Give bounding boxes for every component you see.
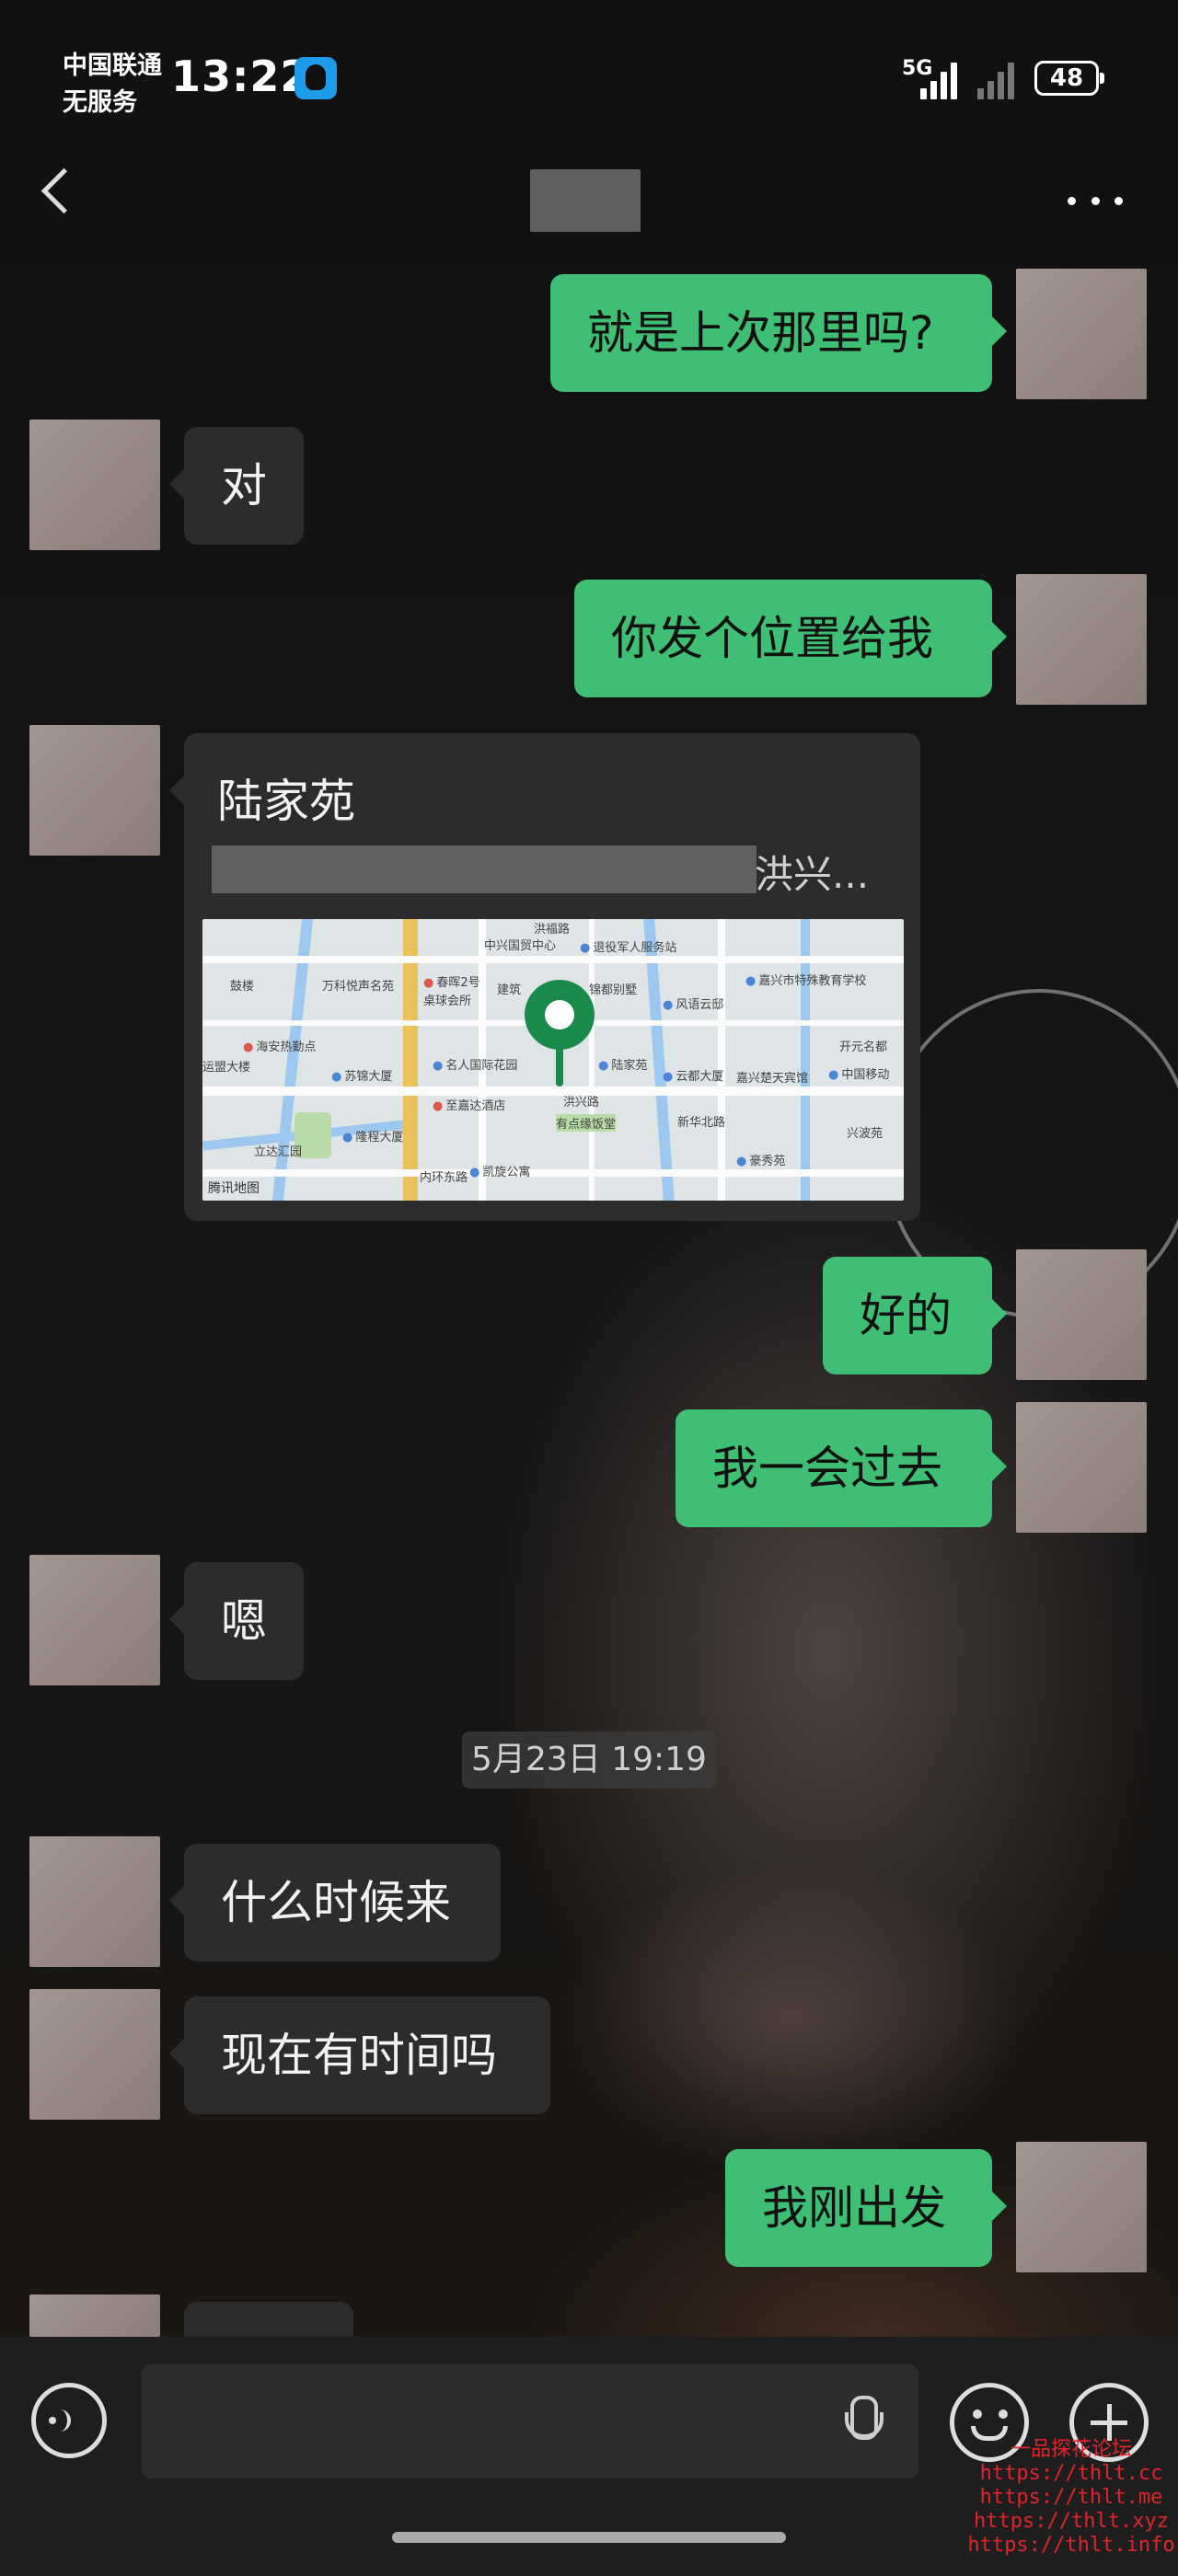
message-bubble-sent[interactable]: 就是上次那里吗?	[550, 274, 1007, 392]
watermark-title: 一品探花论坛	[1010, 2438, 1132, 2461]
map-label: 桌球会所	[423, 995, 472, 1008]
watermark-url: https://thlt.cc	[979, 2462, 1163, 2485]
map-pin-icon	[525, 980, 595, 1050]
message-bubble-received[interactable]: 什么时候来	[169, 1844, 501, 1961]
map-label: 风语云邸	[663, 995, 723, 1012]
chat-title	[530, 169, 641, 232]
home-indicator[interactable]	[392, 2532, 786, 2543]
more-horizontal-icon[interactable]	[1068, 197, 1123, 206]
location-address-redacted	[212, 845, 756, 893]
microphone-icon[interactable]	[845, 2396, 884, 2440]
map-road	[718, 919, 725, 1201]
message-bubble-received[interactable]: 嗯	[169, 1562, 304, 1680]
map-label: 中国移动	[828, 1064, 889, 1082]
contact-avatar[interactable]	[29, 1836, 160, 1967]
message-bubble-received[interactable]: 对	[169, 427, 304, 545]
message-bubble-sent[interactable]: 我一会过去	[676, 1409, 1007, 1527]
map-label: 新华北路	[677, 1116, 726, 1130]
my-avatar[interactable]	[1016, 1249, 1147, 1380]
watermark-url: https://thlt.info	[967, 2534, 1175, 2557]
service-status: 无服务	[63, 88, 137, 117]
map-label: 内环东路	[420, 1171, 468, 1185]
contact-avatar[interactable]	[29, 1989, 160, 2120]
map-brand-label: 腾讯地图	[208, 1181, 260, 1196]
battery-icon: 48	[1034, 61, 1104, 96]
map-label: 嘉兴楚天宾馆	[736, 1072, 809, 1086]
map-label: 运盟大楼	[202, 1061, 251, 1075]
map-label: 海安热勤点	[243, 1037, 316, 1054]
map-road	[202, 956, 904, 963]
location-map-preview[interactable]: 中兴国贸中心 退役军人服务站 洪福路 鼓楼 万科悦声名苑 春晖2号 建筑 锦都别…	[202, 919, 904, 1201]
location-name: 陆家苑	[217, 775, 355, 828]
signal-none-icon	[977, 59, 1022, 99]
map-label: 鼓楼	[230, 980, 255, 994]
map-label: 退役军人服务站	[580, 937, 676, 955]
map-label: 凯旋公寓	[469, 1162, 530, 1179]
contact-avatar[interactable]	[29, 725, 160, 856]
map-label: 名人国际花园	[433, 1055, 517, 1073]
location-message-card[interactable]: 陆家苑 洪兴... 中兴国贸中心 退役军人服务站 洪福路 鼓楼 万科悦声名苑 春…	[169, 733, 920, 1221]
message-bubble-received[interactable]: 现在有时间吗	[169, 1996, 550, 2114]
contact-avatar[interactable]	[29, 2294, 160, 2337]
map-label: 洪兴路	[563, 1096, 600, 1110]
map-label: 万科悦声名苑	[322, 980, 395, 994]
map-label: 陆家苑	[598, 1055, 647, 1073]
carrier-name: 中国联通	[63, 52, 162, 80]
map-label: 有点缘饭堂	[556, 1114, 617, 1132]
map-label: 豪秀苑	[736, 1151, 785, 1168]
message-bubble-sent[interactable]: 我刚出发	[725, 2149, 1007, 2267]
map-pin-stem	[556, 1046, 563, 1087]
status-bar: 中国联通 无服务 13:22 5G 48	[0, 0, 1178, 147]
map-label: 建筑	[497, 983, 522, 997]
carrier-info: 中国联通 无服务	[63, 48, 162, 121]
watermark-url: https://thlt.me	[979, 2486, 1163, 2509]
map-road	[589, 919, 595, 1201]
map-label: 立达汇园	[254, 1145, 303, 1159]
map-label: 中兴国贸中心	[484, 939, 557, 953]
map-label: 洪福路	[534, 923, 571, 937]
location-address: 洪兴...	[755, 852, 870, 897]
forum-watermark: 一品探花论坛 https://thlt.cc https://thlt.me h…	[964, 2438, 1178, 2558]
map-label: 云都大厦	[663, 1066, 723, 1084]
message-bubble-sent[interactable]: 你发个位置给我	[574, 580, 1007, 697]
map-label: 锦都别墅	[589, 983, 638, 997]
signal-strength-icon	[920, 59, 964, 99]
message-bubble-sent[interactable]: 好的	[823, 1257, 1007, 1374]
map-road	[202, 1169, 904, 1177]
my-avatar[interactable]	[1016, 269, 1147, 399]
map-label: 开元名都	[839, 1041, 888, 1054]
message-timestamp: 5月23日 19:19	[462, 1731, 716, 1788]
map-label: 兴波苑	[847, 1127, 884, 1141]
my-avatar[interactable]	[1016, 574, 1147, 705]
qq-notification-icon	[294, 57, 337, 99]
map-label: 隆程大厦	[342, 1127, 403, 1144]
map-label: 苏锦大厦	[331, 1066, 392, 1084]
map-label: 嘉兴市特殊教育学校	[745, 971, 866, 988]
contact-avatar[interactable]	[29, 420, 160, 550]
map-label: 春晖2号	[423, 972, 479, 990]
message-input[interactable]	[142, 2364, 918, 2478]
map-road	[202, 1087, 904, 1096]
contact-avatar[interactable]	[29, 1555, 160, 1685]
my-avatar[interactable]	[1016, 2142, 1147, 2272]
message-bubble-received-partial[interactable]	[184, 2302, 353, 2337]
status-time: 13:22	[171, 52, 311, 101]
voice-input-icon[interactable]	[31, 2383, 107, 2458]
my-avatar[interactable]	[1016, 1402, 1147, 1533]
map-label: 至嘉达酒店	[433, 1096, 505, 1113]
watermark-url: https://thlt.xyz	[974, 2510, 1169, 2533]
